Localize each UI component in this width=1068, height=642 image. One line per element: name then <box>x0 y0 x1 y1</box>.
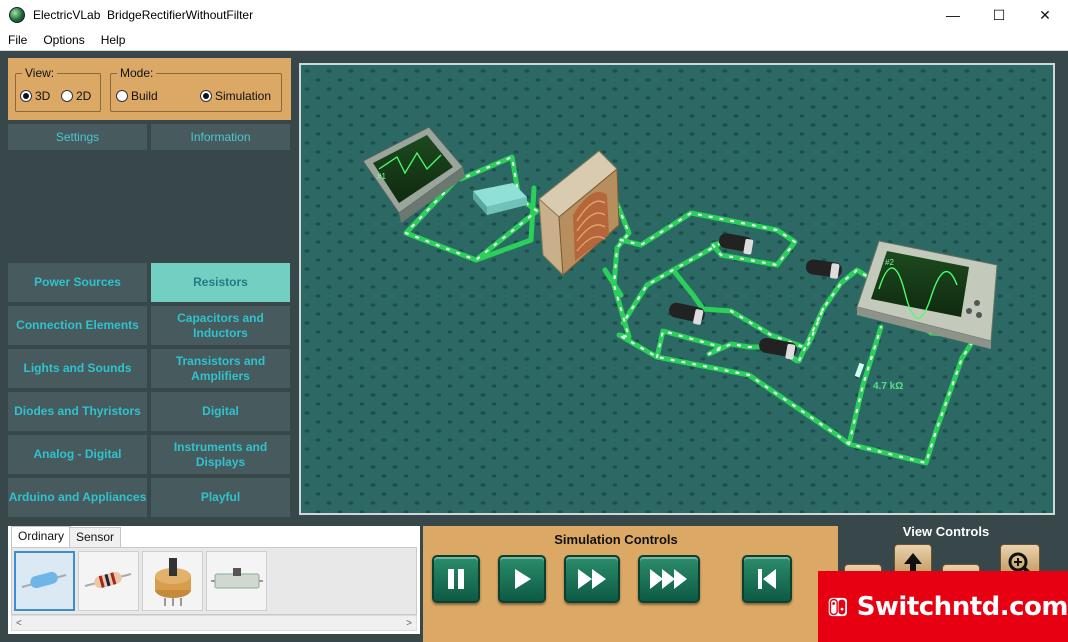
part-carbon-resistor[interactable] <box>78 551 139 611</box>
category-power-sources[interactable]: Power Sources <box>8 263 147 302</box>
category-arduino-appliances[interactable]: Arduino and Appliances <box>8 478 147 517</box>
view-legend: View: <box>25 66 55 80</box>
pause-icon <box>448 569 464 589</box>
play-icon <box>515 569 531 589</box>
watermark-text: Switchntd.com <box>856 591 1068 622</box>
category-analog-digital[interactable]: Analog - Digital <box>8 435 147 474</box>
circuit-scene[interactable]: #1 4.7 kΩ #2 <box>301 65 1053 513</box>
minimize-button[interactable]: — <box>930 0 976 30</box>
radio-view-2d-label: 2D <box>76 89 92 103</box>
pause-button[interactable] <box>432 555 480 603</box>
category-playful[interactable]: Playful <box>151 478 290 517</box>
radio-dot-icon <box>61 90 73 102</box>
scope-2-label: #2 <box>885 258 894 267</box>
category-instruments-displays[interactable]: Instruments and Displays <box>151 435 290 474</box>
category-diodes-thyristors[interactable]: Diodes and Thyristors <box>8 392 147 431</box>
scroll-left-icon[interactable]: < <box>16 618 22 629</box>
category-connection-elements[interactable]: Connection Elements <box>8 306 147 345</box>
part-potentiometer[interactable] <box>142 551 203 611</box>
title-bar: ElectricVLab BridgeRectifierWithoutFilte… <box>0 0 1068 30</box>
close-button[interactable]: ✕ <box>1022 0 1068 30</box>
radio-mode-simulation[interactable]: Simulation <box>200 89 271 103</box>
window-title: ElectricVLab BridgeRectifierWithoutFilte… <box>33 8 254 22</box>
tab-sensor[interactable]: Sensor <box>69 527 122 547</box>
category-digital[interactable]: Digital <box>151 392 290 431</box>
view-mode-box: View: 3D 2D Mode: Build Simulation <box>8 58 291 120</box>
category-lights-sounds[interactable]: Lights and Sounds <box>8 349 147 388</box>
tab-ordinary[interactable]: Ordinary <box>11 526 72 548</box>
radio-dot-icon <box>116 90 128 102</box>
scope-1-label: #1 <box>377 172 386 181</box>
simulation-controls-title: Simulation Controls <box>554 532 678 547</box>
fast-forward-icon <box>578 569 606 589</box>
parts-horizontal-scrollbar[interactable]: < > <box>11 615 417 631</box>
radio-view-3d[interactable]: 3D <box>20 89 50 103</box>
part-blue-resistor[interactable] <box>14 551 75 611</box>
faster-forward-button[interactable] <box>638 555 700 603</box>
category-resistors[interactable]: Resistors <box>151 263 290 302</box>
reset-button[interactable] <box>742 555 792 603</box>
left-panel: View: 3D 2D Mode: Build Simulation Setti… <box>6 57 293 520</box>
app-window: ElectricVLab BridgeRectifierWithoutFilte… <box>0 0 1068 642</box>
fast-forward-button[interactable] <box>564 555 620 603</box>
radio-view-2d[interactable]: 2D <box>61 89 91 103</box>
view-controls-title: View Controls <box>902 524 990 539</box>
radio-dot-icon <box>20 90 32 102</box>
app-icon <box>9 7 25 23</box>
radio-mode-build[interactable]: Build <box>116 89 158 103</box>
menu-help[interactable]: Help <box>93 33 134 47</box>
triple-forward-icon <box>650 569 687 589</box>
radio-mode-simulation-label: Simulation <box>215 89 272 103</box>
part-variable-resistor[interactable] <box>206 551 267 611</box>
simulation-controls-panel: Simulation Controls <box>423 526 838 642</box>
tab-information[interactable]: Information <box>151 124 290 150</box>
skip-to-start-icon <box>758 569 776 589</box>
scroll-right-icon[interactable]: > <box>406 618 412 629</box>
watermark-banner: Switchntd.com <box>818 571 1068 642</box>
parts-strip <box>11 547 417 615</box>
radio-dot-icon <box>200 90 212 102</box>
menu-bar: File Options Help <box>0 30 1068 51</box>
menu-options[interactable]: Options <box>35 33 92 47</box>
mode-legend: Mode: <box>120 66 154 80</box>
switch-logo-icon <box>828 597 847 616</box>
maximize-button[interactable]: ☐ <box>976 0 1022 30</box>
tab-settings[interactable]: Settings <box>8 124 147 150</box>
category-capacitors-inductors[interactable]: Capacitors and Inductors <box>151 306 290 345</box>
radio-view-3d-label: 3D <box>35 89 51 103</box>
circuit-viewport[interactable]: #1 4.7 kΩ #2 <box>299 63 1055 515</box>
play-button[interactable] <box>498 555 546 603</box>
category-transistors-amplifiers[interactable]: Transistors and Amplifiers <box>151 349 290 388</box>
parts-panel: Ordinary Sensor < > <box>8 526 420 634</box>
radio-mode-build-label: Build <box>131 89 158 103</box>
resistor-value-label: 4.7 kΩ <box>873 381 903 392</box>
menu-file[interactable]: File <box>0 33 35 47</box>
